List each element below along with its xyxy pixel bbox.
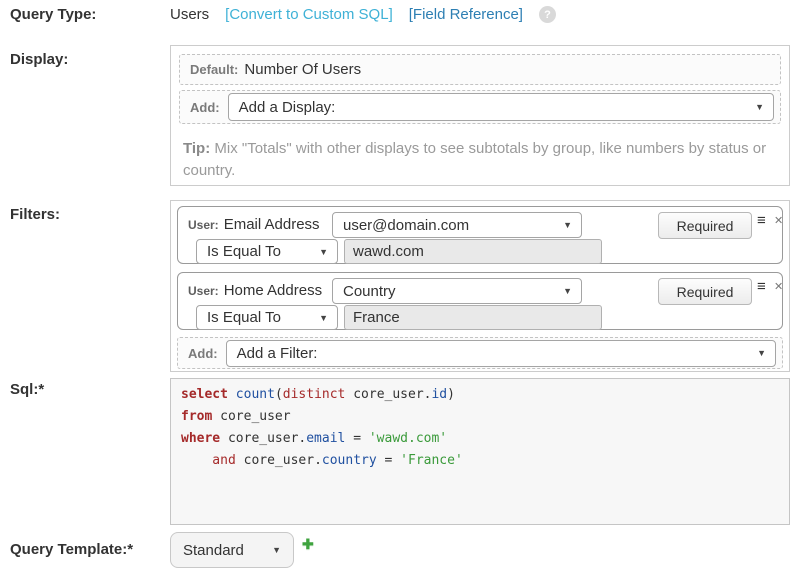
display-default-row: Default: Number Of Users [179, 54, 781, 85]
filter-entity-group: Email Address [223, 216, 320, 233]
add-display-select[interactable]: Add a Display: ▼ [227, 93, 774, 121]
query-template-select[interactable]: Standard ▼ [170, 532, 294, 568]
query-type-label: Query Type: [10, 6, 97, 23]
drag-handle-icon[interactable]: ≡ [757, 279, 766, 295]
default-label: Default: [190, 62, 239, 77]
required-button[interactable]: Required [658, 212, 752, 239]
filter-row-email: User: Email Address user@domain.com ▼ Re… [177, 206, 783, 264]
add-display-select-value: Add a Display: [238, 98, 336, 116]
tip-label: Tip: [183, 140, 211, 157]
filter-value-input[interactable] [344, 239, 602, 264]
field-reference-link[interactable]: [Field Reference] [409, 6, 523, 23]
filter-operator-value: Is Equal To [207, 243, 281, 260]
filter-operator-select[interactable]: Is Equal To ▼ [196, 239, 338, 264]
dropdown-arrow-icon: ▼ [563, 220, 572, 230]
query-builder-form: Query Type: Users [Convert to Custom SQL… [0, 0, 800, 575]
filter-operator-select[interactable]: Is Equal To ▼ [196, 305, 338, 330]
dropdown-arrow-icon: ▼ [563, 286, 572, 296]
add-display-label: Add: [190, 99, 220, 115]
query-type-row: Users [Convert to Custom SQL] [Field Ref… [170, 6, 556, 23]
dropdown-arrow-icon: ▼ [757, 348, 766, 358]
filter-field-select-value: Country [343, 282, 396, 300]
sql-code: select count(distinct core_user.id) from … [181, 387, 463, 468]
filter-field-select[interactable]: user@domain.com ▼ [332, 212, 582, 238]
display-section: Default: Number Of Users Add: Add a Disp… [170, 45, 790, 186]
filter-row-country: User: Home Address Country ▼ Required ≡ … [177, 272, 783, 330]
filter-field-select-value: user@domain.com [343, 216, 470, 234]
drag-handle-icon[interactable]: ≡ [757, 213, 766, 229]
remove-filter-icon[interactable]: ✕ [774, 281, 783, 293]
convert-to-custom-sql-link[interactable]: [Convert to Custom SQL] [225, 6, 393, 23]
filter-entity: User: Home Address [188, 282, 322, 299]
add-filter-row: Add: Add a Filter: ▼ [177, 337, 783, 369]
tip-text: Mix "Totals" with other displays to see … [183, 140, 767, 179]
help-icon[interactable]: ? [538, 6, 556, 23]
default-display-value: Number Of Users [244, 61, 362, 78]
filter-entity-label: User: [188, 284, 219, 298]
filter-value-input[interactable] [344, 305, 602, 330]
filters-section: User: Email Address user@domain.com ▼ Re… [170, 200, 790, 372]
add-display-row: Add: Add a Display: ▼ [179, 90, 781, 124]
required-button[interactable]: Required [658, 278, 752, 305]
filter-entity-label: User: [188, 218, 219, 232]
display-tip: Tip: Mix "Totals" with other displays to… [183, 138, 775, 182]
remove-filter-icon[interactable]: ✕ [774, 215, 783, 227]
add-filter-label: Add: [188, 345, 218, 361]
sql-label: Sql:* [10, 381, 45, 398]
filter-operator-value: Is Equal To [207, 309, 281, 326]
query-type-value: Users [170, 6, 210, 23]
dropdown-arrow-icon: ▼ [319, 246, 328, 257]
dropdown-arrow-icon: ▼ [272, 545, 281, 555]
query-template-label: Query Template:* [10, 541, 134, 558]
add-template-icon[interactable]: ✚ [302, 536, 314, 553]
add-filter-select-value: Add a Filter: [236, 344, 318, 362]
filters-label: Filters: [10, 206, 61, 223]
filter-entity: User: Email Address [188, 216, 320, 233]
add-filter-select[interactable]: Add a Filter: ▼ [225, 339, 776, 367]
display-label: Display: [10, 51, 69, 68]
filter-entity-group: Home Address [223, 282, 323, 299]
sql-editor[interactable]: select count(distinct core_user.id) from … [170, 378, 790, 525]
dropdown-arrow-icon: ▼ [319, 312, 328, 323]
dropdown-arrow-icon: ▼ [755, 102, 764, 112]
filter-field-select[interactable]: Country ▼ [332, 278, 582, 304]
query-template-value: Standard [183, 541, 244, 559]
